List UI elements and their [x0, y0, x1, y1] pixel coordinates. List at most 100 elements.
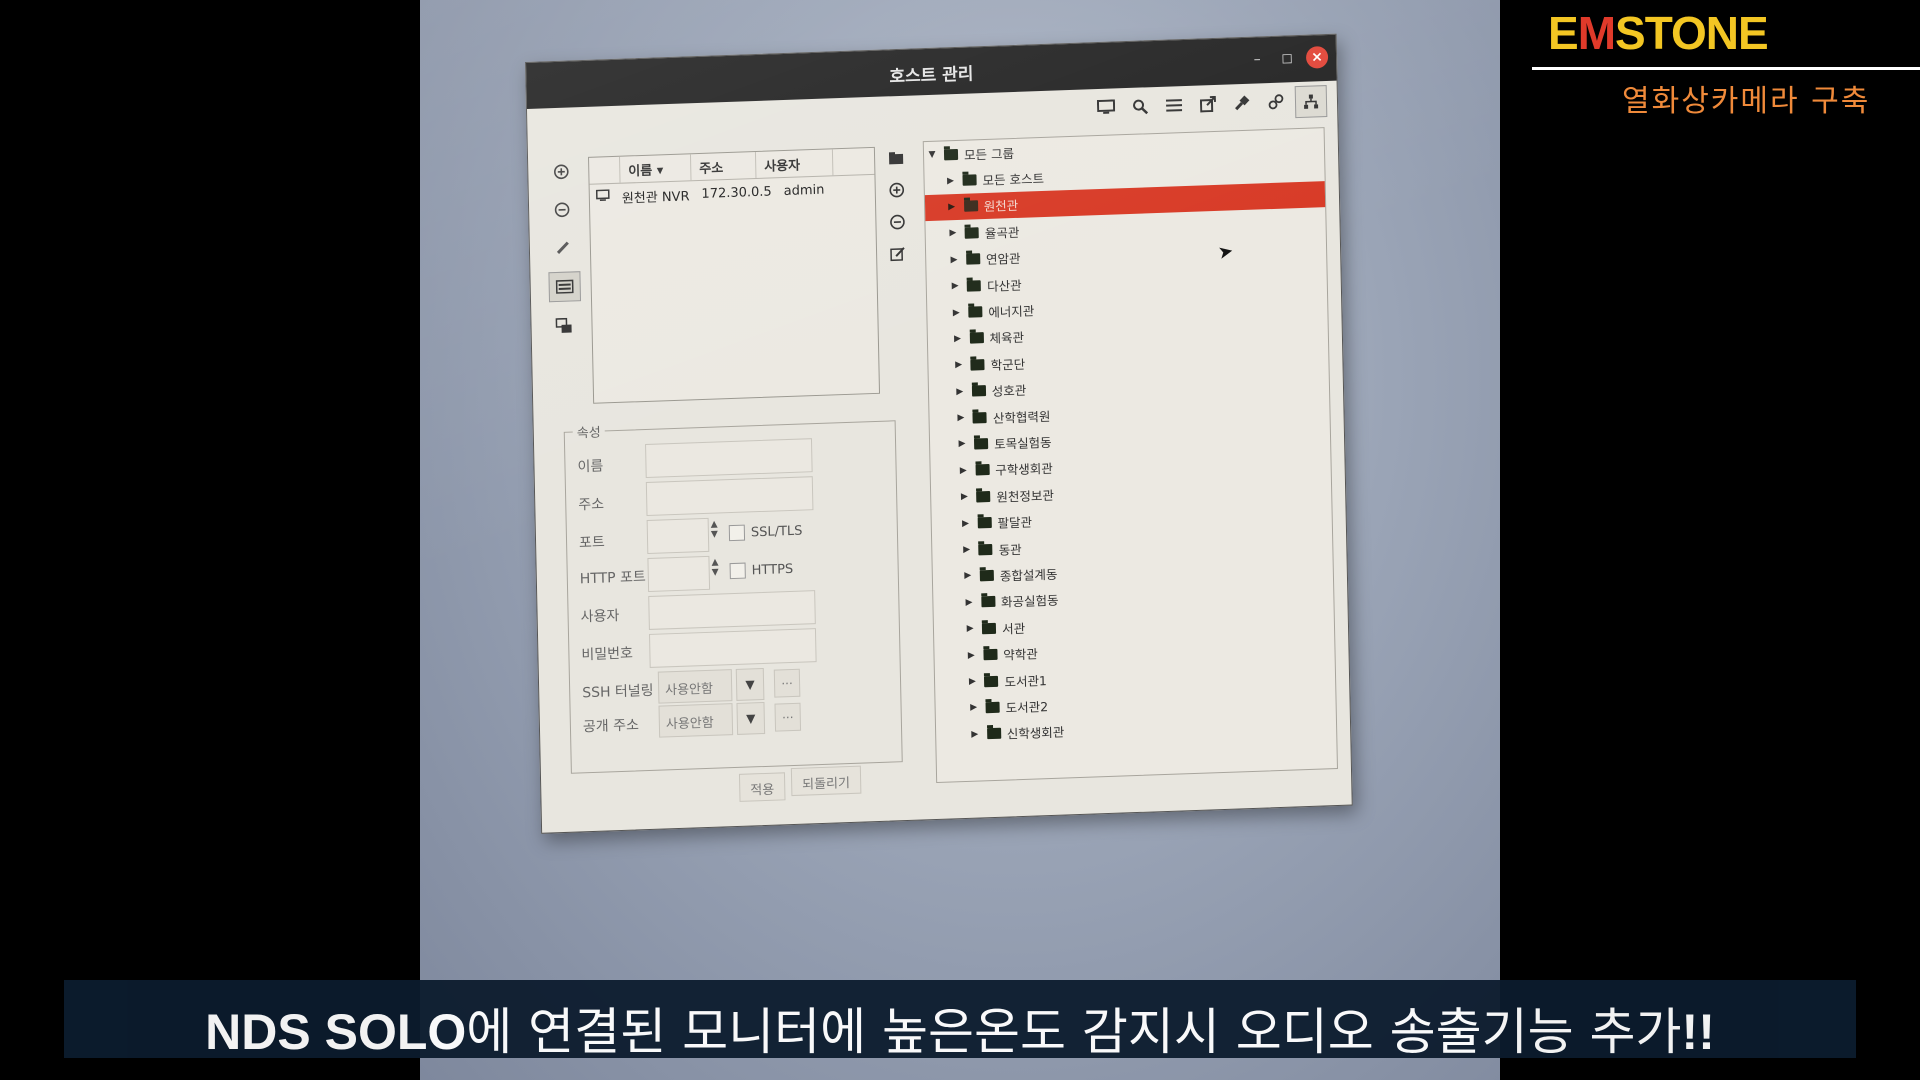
collapsed-arrow-icon[interactable]: ▶ — [955, 466, 971, 477]
collapsed-arrow-icon[interactable]: ▶ — [960, 571, 976, 582]
search-icon[interactable] — [1125, 91, 1156, 122]
collapsed-arrow-icon[interactable]: ▶ — [944, 202, 960, 213]
port-spin[interactable]: ▲ ▼ — [711, 520, 718, 540]
tree-item-label: 동관 — [998, 541, 1022, 558]
ssh-tunnel-select[interactable]: 사용안함 — [657, 669, 733, 704]
collapsed-arrow-icon[interactable]: ▶ — [953, 413, 969, 424]
collapsed-arrow-icon[interactable]: ▶ — [952, 386, 968, 397]
edit-pencil-icon[interactable] — [548, 233, 579, 262]
folder-icon — [983, 648, 998, 661]
collapsed-arrow-icon[interactable]: ▶ — [966, 703, 982, 714]
tree-item-label: 신학생회관 — [1006, 724, 1065, 742]
tree-item-label: 원천정보관 — [996, 487, 1055, 505]
host-list-view-icon[interactable] — [548, 271, 582, 303]
hierarchy-icon[interactable] — [1294, 85, 1328, 119]
collapsed-arrow-icon[interactable]: ▶ — [945, 228, 961, 239]
folder-icon — [980, 596, 996, 608]
host-group-icon[interactable] — [549, 311, 580, 340]
collapsed-arrow-icon[interactable]: ▶ — [948, 307, 964, 318]
folder-icon — [977, 517, 992, 529]
plugin-icon[interactable] — [1227, 87, 1258, 118]
tree-item-label: 화공실험동 — [1000, 592, 1059, 610]
port-field[interactable] — [646, 517, 710, 554]
folder-icon — [970, 358, 985, 371]
host-name: 원천관 NVR — [621, 188, 690, 207]
new-folder-icon[interactable] — [883, 146, 909, 171]
folder-icon — [986, 728, 1001, 740]
computer-icon — [590, 189, 616, 206]
folder-icon — [979, 569, 994, 582]
tree-item-label: 학군단 — [990, 356, 1026, 373]
folder-icon — [984, 675, 999, 687]
folder-icon — [963, 200, 978, 213]
folder-icon — [972, 411, 988, 424]
folder-icon — [962, 174, 977, 186]
column-user[interactable]: 사용자 — [755, 149, 834, 178]
collapsed-arrow-icon[interactable]: ▶ — [956, 492, 972, 503]
folder-icon — [978, 543, 993, 555]
tree-item-label: 체육관 — [989, 330, 1025, 347]
folder-icon — [982, 622, 997, 635]
collapsed-arrow-icon[interactable]: ▶ — [947, 281, 963, 292]
ssh-more-button[interactable]: ... — [773, 668, 801, 698]
column-address[interactable]: 주소 — [690, 151, 757, 181]
collapsed-arrow-icon[interactable]: ▶ — [967, 729, 983, 740]
group-tools — [883, 146, 915, 267]
logo-divider — [1532, 67, 1920, 70]
folder-icon — [968, 306, 983, 318]
public-address-more-button[interactable]: ... — [774, 702, 802, 732]
collapsed-arrow-icon[interactable]: ▶ — [964, 676, 980, 687]
monitor-icon[interactable] — [1091, 92, 1122, 123]
folder-icon — [976, 490, 991, 503]
expanded-arrow-icon[interactable]: ▼ — [924, 150, 940, 161]
remove-group-icon[interactable] — [884, 210, 910, 235]
collapsed-arrow-icon[interactable]: ▶ — [946, 255, 962, 266]
address-field[interactable] — [645, 476, 814, 516]
collapsed-arrow-icon[interactable]: ▶ — [954, 439, 970, 450]
toolbar — [1091, 85, 1328, 127]
host-manager-window: 호스트 관리 – ◻ × 이름 ▾ 주소 사용자 원천관 NVR 172.30.… — [525, 33, 1353, 834]
ssl-tls-checkbox[interactable]: SSL/TLS — [728, 523, 803, 542]
collapsed-arrow-icon[interactable]: ▶ — [942, 176, 958, 187]
tree-item-label: 팔달관 — [997, 514, 1033, 531]
unplug-icon[interactable] — [1261, 86, 1292, 117]
name-field[interactable] — [645, 438, 813, 478]
collapsed-arrow-icon[interactable]: ▶ — [957, 518, 973, 529]
apply-button[interactable]: 적용 — [738, 772, 786, 802]
properties-legend: 속성 — [572, 421, 605, 442]
collapsed-arrow-icon[interactable]: ▶ — [963, 650, 979, 661]
caption-body: 에 연결된 모니터에 높은온도 감지시 오디오 송출기능 추가 — [466, 1003, 1682, 1061]
folder-icon — [971, 385, 986, 397]
public-address-select[interactable]: 사용안함 — [658, 703, 734, 738]
revert-button[interactable]: 되돌리기 — [790, 765, 862, 797]
tree-root-label: 모든 그룹 — [963, 145, 1015, 163]
tree-item-label: 에너지관 — [988, 303, 1035, 320]
collapsed-arrow-icon[interactable]: ▶ — [962, 624, 978, 635]
maximize-button[interactable]: ◻ — [1276, 47, 1298, 70]
minimize-button[interactable]: – — [1246, 48, 1268, 71]
ssh-dropdown-arrow[interactable]: ▼ — [735, 667, 765, 701]
https-checkbox[interactable]: HTTPS — [729, 561, 794, 580]
public-address-dropdown-arrow[interactable]: ▼ — [736, 701, 766, 735]
column-name[interactable]: 이름 ▾ — [620, 154, 692, 183]
http-port-field[interactable] — [647, 555, 711, 592]
password-field[interactable] — [649, 628, 817, 668]
collapsed-arrow-icon[interactable]: ▶ — [961, 597, 977, 608]
list-icon[interactable] — [1159, 90, 1190, 121]
collapsed-arrow-icon[interactable]: ▶ — [959, 545, 975, 556]
tree-item-label: 도서관2 — [1005, 698, 1049, 716]
external-link-icon[interactable] — [1193, 89, 1224, 120]
folder-icon — [967, 279, 982, 292]
folder-icon — [943, 148, 959, 161]
add-group-icon[interactable] — [884, 178, 910, 203]
edit-group-icon[interactable] — [885, 242, 911, 267]
tree-item-label: 연암관 — [985, 251, 1021, 268]
collapsed-arrow-icon[interactable]: ▶ — [951, 360, 967, 371]
folder-icon — [965, 253, 981, 265]
public-address-label: 공개 주소 — [582, 717, 640, 736]
remove-host-icon[interactable] — [547, 195, 578, 224]
http-port-spin[interactable]: ▲ ▼ — [711, 558, 718, 578]
add-host-icon[interactable] — [546, 157, 577, 186]
user-field[interactable] — [648, 590, 816, 630]
collapsed-arrow-icon[interactable]: ▶ — [949, 334, 965, 345]
